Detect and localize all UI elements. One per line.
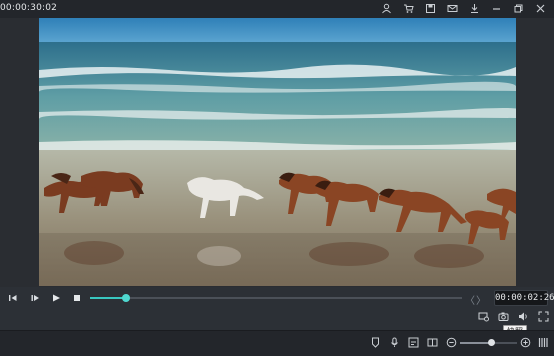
minimize-icon[interactable] (491, 3, 502, 14)
stop-icon[interactable] (72, 293, 82, 303)
current-time: 00:00:02:26 (494, 290, 554, 306)
progress-slider[interactable] (90, 294, 462, 302)
zoom-out-icon[interactable] (446, 337, 457, 348)
restore-icon[interactable] (513, 3, 524, 14)
mark-in-icon[interactable]: 〈 (465, 292, 475, 307)
video-frame[interactable] (39, 18, 516, 286)
split-icon[interactable] (427, 337, 438, 348)
previous-frame-icon[interactable] (8, 293, 18, 303)
preview-tools (0, 308, 554, 326)
next-frame-icon[interactable] (30, 293, 40, 303)
video-preview-image (39, 18, 516, 286)
timeline-grid-icon[interactable] (538, 337, 549, 348)
zoom-slider[interactable] (460, 339, 517, 346)
cart-icon[interactable] (403, 3, 414, 14)
mark-out-icon[interactable]: 〉 (476, 292, 486, 307)
volume-icon[interactable] (518, 311, 529, 322)
progress-handle[interactable] (122, 294, 131, 302)
microphone-icon[interactable] (389, 337, 400, 348)
title-bar: 00:00:30:02 (0, 0, 554, 19)
window-actions (381, 3, 546, 14)
user-icon[interactable] (381, 3, 392, 14)
subtitle-icon[interactable] (408, 337, 419, 348)
snapshot-icon[interactable] (498, 311, 509, 322)
marker-icon[interactable] (370, 337, 381, 348)
save-icon[interactable] (425, 3, 436, 14)
playback-controls: 〈 〉 (0, 288, 554, 308)
mail-icon[interactable] (447, 3, 458, 14)
preview-stage (0, 18, 554, 287)
total-duration: 00:00:30:02 (0, 3, 58, 13)
play-icon[interactable] (51, 293, 61, 303)
bottom-toolbar (0, 330, 554, 356)
close-icon[interactable] (535, 3, 546, 14)
fullscreen-icon[interactable] (538, 311, 549, 322)
zoom-in-icon[interactable] (520, 337, 531, 348)
zoom-handle[interactable] (488, 339, 496, 346)
progress-fill (90, 297, 127, 299)
display-settings-icon[interactable] (478, 311, 489, 322)
zoom-fill (460, 342, 492, 344)
download-icon[interactable] (469, 3, 480, 14)
